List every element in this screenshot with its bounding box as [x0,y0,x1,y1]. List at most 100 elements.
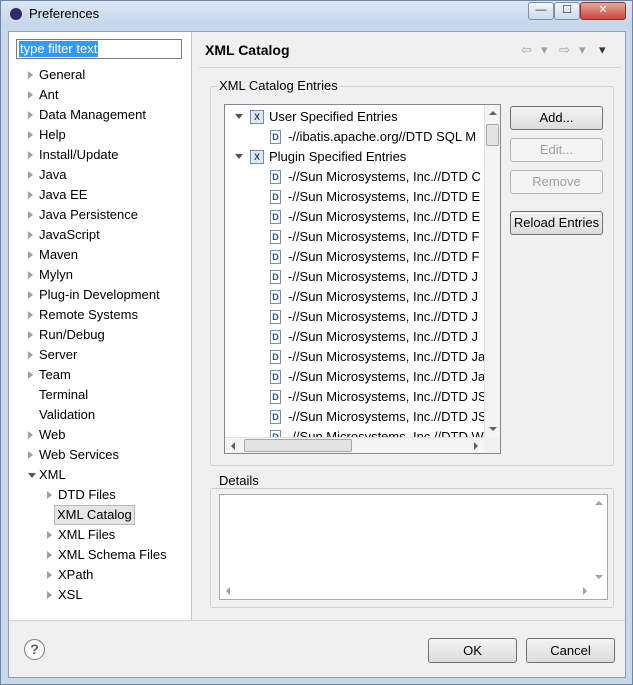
collapsed-arrow-icon[interactable] [28,131,33,139]
scroll-thumb[interactable] [486,124,499,146]
forward-menu-icon[interactable]: ▾ [579,42,586,58]
view-menu-icon[interactable]: ▾ [599,42,606,58]
tree-item[interactable]: Install/Update [9,145,192,165]
catalog-entry[interactable]: D -//Sun Microsystems, Inc.//DTD C [225,167,484,187]
close-button[interactable]: ✕ [580,2,626,20]
tree-item[interactable]: General [9,65,192,85]
collapsed-arrow-icon[interactable] [28,311,33,319]
collapsed-arrow-icon[interactable] [28,191,33,199]
ok-button[interactable]: OK [428,638,517,663]
tree-item[interactable]: Web [9,425,192,445]
tree-item[interactable]: XML [9,465,192,485]
tree-item[interactable]: Java [9,165,192,185]
tree-item[interactable]: Team [9,365,192,385]
catalog-entry[interactable]: D -//Sun Microsystems, Inc.//DTD J [225,327,484,347]
details-scroll-right-icon[interactable] [583,587,587,595]
catalog-category[interactable]: X Plugin Specified Entries [225,147,484,167]
tree-item[interactable]: Plug-in Development [9,285,192,305]
help-icon[interactable]: ? [24,639,45,660]
collapsed-arrow-icon[interactable] [28,231,33,239]
tree-item[interactable]: Ant [9,85,192,105]
collapsed-arrow-icon[interactable] [28,211,33,219]
reload-entries-button[interactable]: Reload Entries [510,211,603,235]
details-scroll-up-icon[interactable] [595,501,603,505]
tree-item[interactable]: DTD Files [9,485,192,505]
catalog-entry[interactable]: D -//Sun Microsystems, Inc.//DTD F [225,247,484,267]
collapsed-arrow-icon[interactable] [47,491,52,499]
tree-item[interactable]: Server [9,345,192,365]
catalog-entry[interactable]: D -//Sun Microsystems, Inc.//DTD JS [225,407,487,427]
collapsed-arrow-icon[interactable] [47,531,52,539]
add-button[interactable]: Add... [510,106,603,130]
collapsed-arrow-icon[interactable] [28,351,33,359]
collapsed-arrow-icon[interactable] [28,271,33,279]
catalog-entry[interactable]: D -//ibatis.apache.org//DTD SQL M [225,127,484,147]
collapsed-arrow-icon[interactable] [28,71,33,79]
tree-item[interactable]: JavaScript [9,225,192,245]
collapsed-arrow-icon[interactable] [28,251,33,259]
tree-item[interactable]: Data Management [9,105,192,125]
tree-item[interactable]: XPath [9,565,192,585]
minimize-button[interactable]: — [528,2,554,20]
tree-item[interactable]: XSL [9,585,192,605]
scroll-left-icon[interactable] [231,442,235,450]
scroll-right-icon[interactable] [474,442,478,450]
tree-item[interactable]: Mylyn [9,265,192,285]
hscroll-thumb[interactable] [244,439,352,452]
collapsed-arrow-icon[interactable] [47,571,52,579]
scroll-down-icon[interactable] [489,427,497,431]
catalog-entry[interactable]: D -//Sun Microsystems, Inc.//DTD J [225,307,484,327]
collapsed-arrow-icon[interactable] [28,171,33,179]
forward-arrow-icon[interactable]: ⇨ [559,42,570,58]
collapsed-arrow-icon[interactable] [47,591,52,599]
catalog-category[interactable]: X User Specified Entries [225,107,484,127]
tree-item[interactable]: Java Persistence [9,205,192,225]
expanded-arrow-icon[interactable] [235,154,243,159]
catalog-entry[interactable]: D -//Sun Microsystems, Inc.//DTD Ja [225,347,485,367]
catalog-entry[interactable]: D -//Sun Microsystems, Inc.//DTD J [225,267,484,287]
details-vertical-scrollbar[interactable] [591,495,607,585]
tree-item[interactable]: Java EE [9,185,192,205]
back-arrow-icon[interactable]: ⇦ [521,42,532,58]
expanded-arrow-icon[interactable] [28,473,36,478]
expanded-arrow-icon[interactable] [235,114,243,119]
catalog-entry[interactable]: D -//Sun Microsystems, Inc.//DTD J [225,287,484,307]
collapsed-arrow-icon[interactable] [28,151,33,159]
details-scroll-left-icon[interactable] [226,587,230,595]
scroll-up-icon[interactable] [489,111,497,115]
tree-item[interactable]: Maven [9,245,192,265]
horizontal-scrollbar[interactable] [225,437,484,453]
tree-item[interactable]: Validation [9,405,192,425]
maximize-button[interactable]: ☐ [554,2,580,20]
catalog-entry[interactable]: D -//Sun Microsystems, Inc.//DTD E [225,207,484,227]
catalog-entry[interactable]: D -//Sun Microsystems, Inc.//DTD Ja [225,367,485,387]
collapsed-arrow-icon[interactable] [28,291,33,299]
remove-button[interactable]: Remove [510,170,603,194]
tree-item[interactable]: Remote Systems [9,305,192,325]
catalog-entry[interactable]: D -//Sun Microsystems, Inc.//DTD JS [225,387,487,407]
tree-item[interactable]: XML Schema Files [9,545,192,565]
collapsed-arrow-icon[interactable] [28,331,33,339]
tree-item[interactable]: XML Catalog [9,505,192,525]
collapsed-arrow-icon[interactable] [28,431,33,439]
cancel-button[interactable]: Cancel [526,638,615,663]
details-horizontal-scrollbar[interactable] [220,583,593,599]
collapsed-arrow-icon[interactable] [28,371,33,379]
edit-button[interactable]: Edit... [510,138,603,162]
catalog-entry[interactable]: D -//Sun Microsystems, Inc.//DTD F [225,227,484,247]
tree-item[interactable]: Help [9,125,192,145]
vertical-scrollbar[interactable] [484,105,500,437]
tree-item[interactable]: Web Services [9,445,192,465]
details-scroll-down-icon[interactable] [595,575,603,579]
title-bar[interactable]: Preferences — ☐ ✕ [1,1,632,27]
collapsed-arrow-icon[interactable] [28,111,33,119]
tree-item[interactable]: XML Files [9,525,192,545]
catalog-entry[interactable]: D -//Sun Microsystems, Inc.//DTD E [225,187,484,207]
tree-item[interactable]: Terminal [9,385,192,405]
collapsed-arrow-icon[interactable] [47,551,52,559]
back-menu-icon[interactable]: ▾ [541,42,548,58]
tree-item[interactable]: Run/Debug [9,325,192,345]
catalog-entries-tree[interactable]: X User Specified Entries D -//ibatis.apache… [224,104,501,454]
collapsed-arrow-icon[interactable] [28,451,33,459]
details-text-area[interactable] [219,494,608,600]
